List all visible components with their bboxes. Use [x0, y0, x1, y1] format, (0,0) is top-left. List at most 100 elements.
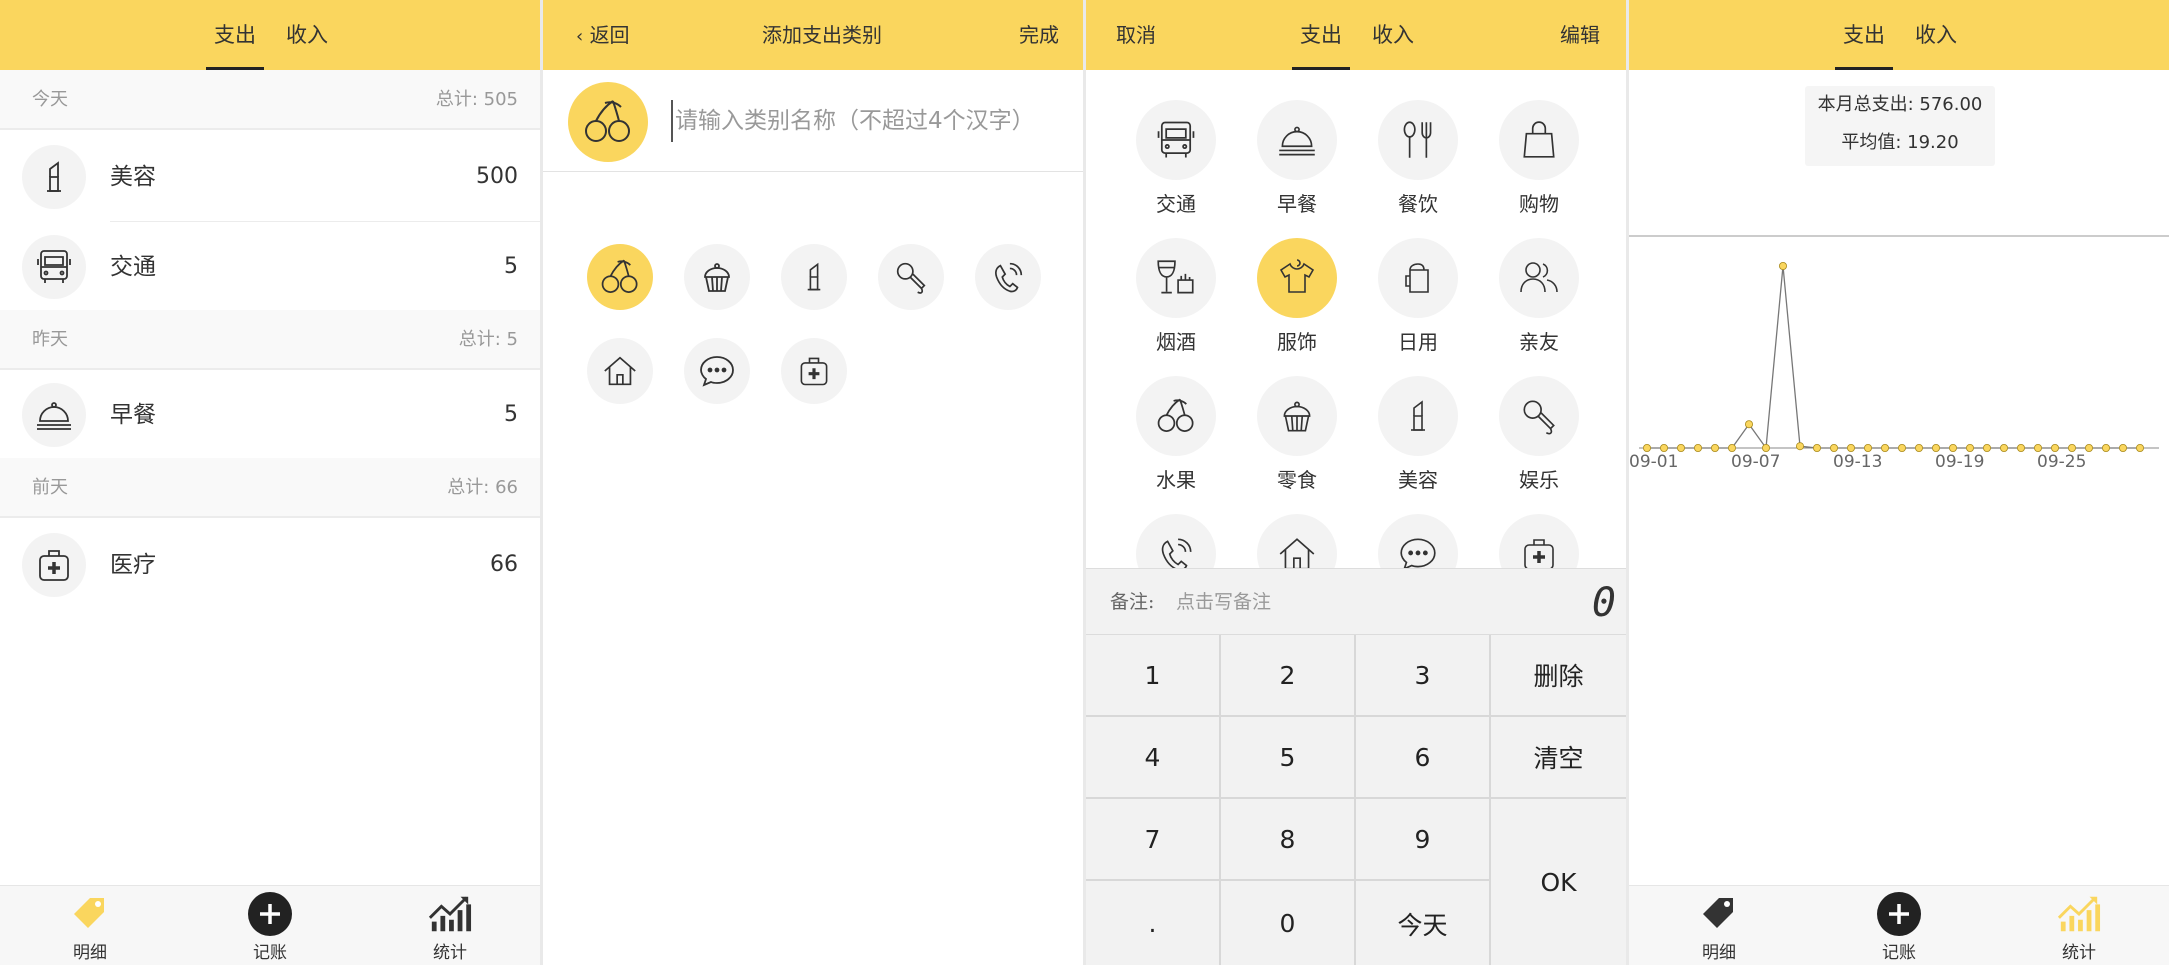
item-amount: 5 — [504, 402, 518, 427]
note-row[interactable]: 备注: 点击写备注 0 — [1086, 569, 1626, 635]
cancel-button[interactable]: 取消 — [1116, 0, 1156, 70]
tag-icon — [68, 892, 112, 936]
key-5[interactable]: 5 — [1221, 717, 1356, 799]
done-button[interactable]: 完成 — [1019, 0, 1059, 70]
tabbar-record[interactable]: 记账 — [1839, 886, 1959, 965]
house-icon[interactable] — [587, 338, 653, 404]
tabbar-label: 明细 — [1702, 943, 1736, 963]
medical-kit-icon[interactable] — [781, 338, 847, 404]
phone-icon[interactable] — [975, 244, 1041, 310]
key-7[interactable]: 7 — [1086, 799, 1221, 881]
tabbar-label: 记账 — [253, 943, 287, 963]
category-item[interactable]: 餐饮 — [1368, 100, 1468, 230]
tabbar-record[interactable]: 记账 — [210, 886, 330, 965]
delete-key[interactable]: 删除 — [1491, 635, 1626, 717]
daily-expense-line-chart — [1629, 235, 2169, 452]
amount-display: 0 — [1591, 580, 1616, 626]
tag-icon — [1697, 892, 1741, 936]
data-point — [2101, 443, 2110, 452]
tab-expense[interactable]: 支出 — [206, 0, 264, 70]
lipstick-icon — [1378, 376, 1458, 456]
category-item[interactable]: 早餐 — [1247, 100, 1347, 230]
date-key[interactable]: 今天 — [1356, 881, 1491, 965]
category-label: 亲友 — [1519, 330, 1559, 354]
microphone-icon[interactable] — [878, 244, 944, 310]
add-category-screen: ‹ 返回 添加支出类别 完成 — [543, 0, 1083, 965]
data-point — [1761, 443, 1770, 452]
clear-key[interactable]: 清空 — [1491, 717, 1626, 799]
ok-key[interactable]: OK — [1491, 799, 1626, 965]
back-button[interactable]: ‹ 返回 — [576, 0, 630, 70]
data-point — [1745, 420, 1754, 429]
category-item[interactable]: 水果 — [1126, 376, 1226, 506]
category-name-input[interactable] — [671, 100, 1071, 142]
data-point — [1829, 443, 1838, 452]
data-point — [1728, 443, 1737, 452]
cherry-icon[interactable] — [587, 244, 653, 310]
list-item[interactable]: 医疗 66 — [0, 520, 540, 610]
bottom-tab-bar: 明细 记账 统计 — [0, 885, 540, 965]
back-label: 返回 — [589, 23, 630, 47]
shirt-icon — [1257, 238, 1337, 318]
edit-button[interactable]: 编辑 — [1560, 0, 1600, 70]
category-item[interactable]: 烟酒 — [1126, 238, 1226, 368]
lipstick-icon[interactable] — [781, 244, 847, 310]
day-total: 总计: 5 — [458, 329, 518, 350]
note-input[interactable]: 点击写备注 — [1176, 569, 1271, 635]
note-label: 备注: — [1110, 591, 1155, 613]
food-cloche-icon — [22, 383, 86, 447]
tab-income[interactable]: 收入 — [1907, 0, 1965, 70]
chart-trend-icon — [2057, 892, 2101, 936]
stats-summary: 本月总支出: 576.00 平均值: 19.20 — [1805, 86, 1995, 166]
category-item[interactable]: 亲友 — [1489, 238, 1589, 368]
category-item[interactable]: 娱乐 — [1489, 376, 1589, 506]
tabbar-detail[interactable]: 明细 — [1659, 886, 1779, 965]
chat-icon[interactable] — [684, 338, 750, 404]
list-item[interactable]: 交通 5 — [0, 222, 540, 312]
tabbar-stats[interactable]: 统计 — [2019, 886, 2139, 965]
tissue-icon — [1378, 238, 1458, 318]
tabbar-detail[interactable]: 明细 — [30, 886, 150, 965]
tab-expense[interactable]: 支出 — [1292, 0, 1350, 70]
data-point — [2067, 443, 2076, 452]
key-3[interactable]: 3 — [1356, 635, 1491, 717]
key-0[interactable]: 0 — [1221, 881, 1356, 965]
bus-icon — [22, 235, 86, 299]
key-8[interactable]: 8 — [1221, 799, 1356, 881]
category-name-row — [543, 70, 1083, 172]
data-point — [1711, 443, 1720, 452]
wine-icon — [1136, 238, 1216, 318]
tab-expense[interactable]: 支出 — [1835, 0, 1893, 70]
x-tick-label: 09-01 — [1629, 452, 1679, 472]
key-2[interactable]: 2 — [1221, 635, 1356, 717]
key-dot[interactable]: . — [1086, 881, 1221, 965]
key-4[interactable]: 4 — [1086, 717, 1221, 799]
detail-header: 支出 收入 — [0, 0, 540, 70]
category-item[interactable]: 零食 — [1247, 376, 1347, 506]
stats-header: 支出 收入 — [1629, 0, 2169, 70]
category-item[interactable]: 美容 — [1368, 376, 1468, 506]
category-item[interactable]: 交通 — [1126, 100, 1226, 230]
list-item[interactable]: 早餐 5 — [0, 370, 540, 460]
category-label: 早餐 — [1277, 192, 1317, 216]
data-point — [1677, 443, 1686, 452]
key-9[interactable]: 9 — [1356, 799, 1491, 881]
tab-income[interactable]: 收入 — [278, 0, 336, 70]
category-label: 烟酒 — [1156, 330, 1196, 354]
detail-screen: 支出 收入 今天 总计: 505 美容 500 交通 5 昨天 总计: 5 早餐… — [0, 0, 540, 965]
day-label: 今天 — [32, 89, 68, 110]
category-item[interactable]: 购物 — [1489, 100, 1589, 230]
data-point — [1931, 443, 1940, 452]
key-1[interactable]: 1 — [1086, 635, 1221, 717]
data-point — [1965, 443, 1974, 452]
cupcake-icon[interactable] — [684, 244, 750, 310]
key-6[interactable]: 6 — [1356, 717, 1491, 799]
tab-income[interactable]: 收入 — [1364, 0, 1422, 70]
category-item[interactable]: 服饰 — [1247, 238, 1347, 368]
category-item[interactable]: 日用 — [1368, 238, 1468, 368]
data-point — [1778, 262, 1787, 271]
data-point — [1914, 443, 1923, 452]
list-item[interactable]: 美容 500 — [0, 132, 540, 222]
bus-icon — [1136, 100, 1216, 180]
tabbar-stats[interactable]: 统计 — [390, 886, 510, 965]
